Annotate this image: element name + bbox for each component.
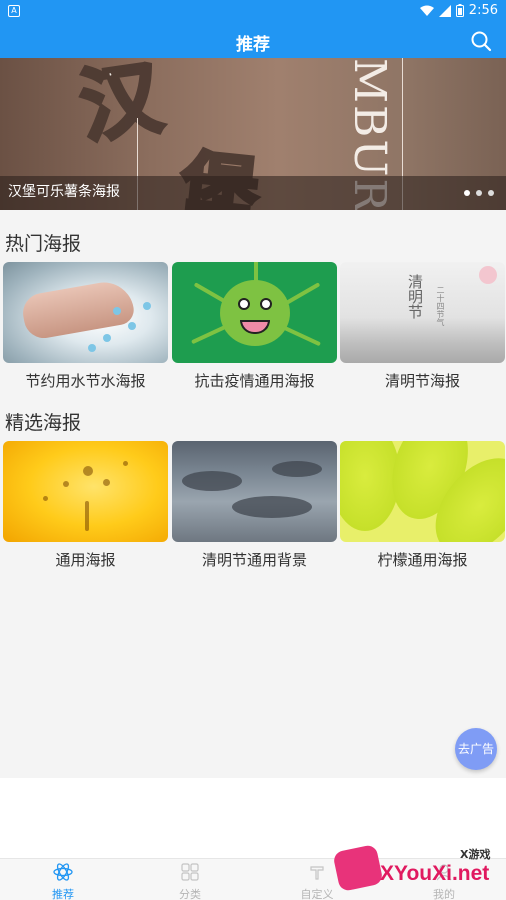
splash-drop [103, 479, 110, 486]
tab-category[interactable]: 分类 [160, 863, 220, 900]
site-watermark: X游戏 XYouXi.net [332, 840, 502, 896]
app-bar: 推荐 [0, 24, 506, 58]
splash-stem [85, 501, 89, 531]
tab-recommend[interactable]: 推荐 [33, 863, 93, 900]
virus-arm [283, 282, 321, 306]
tab-label: 分类 [179, 888, 201, 900]
status-bar: A 2:56 [0, 0, 506, 24]
banner-dot[interactable] [488, 190, 494, 196]
poster-thumbnail[interactable] [3, 441, 168, 542]
remove-ads-button[interactable]: 去广告 [455, 728, 497, 770]
poster-thumbnail[interactable] [3, 262, 168, 363]
poster-label[interactable]: 通用海报 [3, 549, 168, 570]
poster-card[interactable]: 通用海报 [3, 441, 168, 570]
cloud-shape [272, 461, 322, 477]
splash-drop [83, 466, 93, 476]
tab-label: 推荐 [52, 888, 74, 900]
poster-card[interactable]: 节约用水节水海报 [3, 262, 168, 391]
poster-image-title: 清明节 [406, 274, 424, 319]
poster-label[interactable]: 清明节通用背景 [172, 549, 337, 570]
water-drop [143, 302, 151, 310]
category-icon [181, 863, 199, 881]
app-notification-icon: A [8, 5, 20, 17]
cloud-shape [182, 471, 242, 491]
poster-label[interactable]: 清明节海报 [340, 370, 505, 391]
banner-carousel[interactable]: 汉 堡 MBUR 汉堡可乐薯条海报 [0, 58, 506, 210]
banner-caption: 汉堡可乐薯条海报 [8, 184, 120, 200]
poster-label[interactable]: 节约用水节水海报 [3, 370, 168, 391]
virus-eye [260, 298, 272, 310]
poster-card[interactable]: 清明节通用背景 [172, 441, 337, 570]
poster-thumbnail[interactable] [172, 262, 337, 363]
virus-eye [238, 298, 250, 310]
splash-drop [63, 481, 69, 487]
banner-dot[interactable] [476, 190, 482, 196]
splash-drop [123, 461, 128, 466]
poster-thumbnail[interactable]: 清明节 二十四节气 [340, 262, 505, 363]
water-drop [103, 334, 111, 342]
virus-arm [283, 325, 321, 347]
watermark-text: XYouXi.net [380, 862, 490, 885]
banner-dot[interactable] [464, 190, 470, 196]
poster-card[interactable]: 清明节 二十四节气 清明节海报 [340, 262, 505, 391]
recommend-icon [53, 863, 73, 881]
wifi-icon [419, 5, 434, 16]
poster-image-subtitle: 二十四节气 [436, 286, 445, 326]
poster-label[interactable]: 柠檬通用海报 [340, 549, 505, 570]
search-icon[interactable] [470, 30, 492, 52]
poster-label[interactable]: 抗击疫情通用海报 [172, 370, 337, 391]
poster-card[interactable]: 抗击疫情通用海报 [172, 262, 337, 391]
water-drop [128, 322, 136, 330]
page-title: 推荐 [236, 35, 270, 55]
virus-body [220, 280, 290, 346]
signal-icon [438, 4, 451, 17]
poster-card[interactable]: 柠檬通用海报 [340, 441, 505, 570]
gamepad-logo-icon [332, 843, 384, 893]
custom-icon [310, 866, 324, 880]
poster-thumbnail[interactable] [340, 441, 505, 542]
section-title-featured: 精选海报 [5, 412, 82, 434]
section-title-hot: 热门海报 [5, 233, 82, 255]
banner-deco-char: 汉 [73, 58, 169, 156]
water-drop [88, 344, 96, 352]
poster-thumbnail[interactable] [172, 441, 337, 542]
battery-icon [455, 4, 464, 17]
splash-drop [43, 496, 48, 501]
cloud-shape [232, 496, 312, 518]
banner-indicator [464, 190, 494, 196]
watermark-small-text: X游戏 [460, 848, 491, 861]
blossom-shape [479, 266, 497, 284]
status-icons: 2:56 [419, 3, 498, 18]
water-drop [113, 307, 121, 315]
status-time: 2:56 [468, 3, 498, 18]
